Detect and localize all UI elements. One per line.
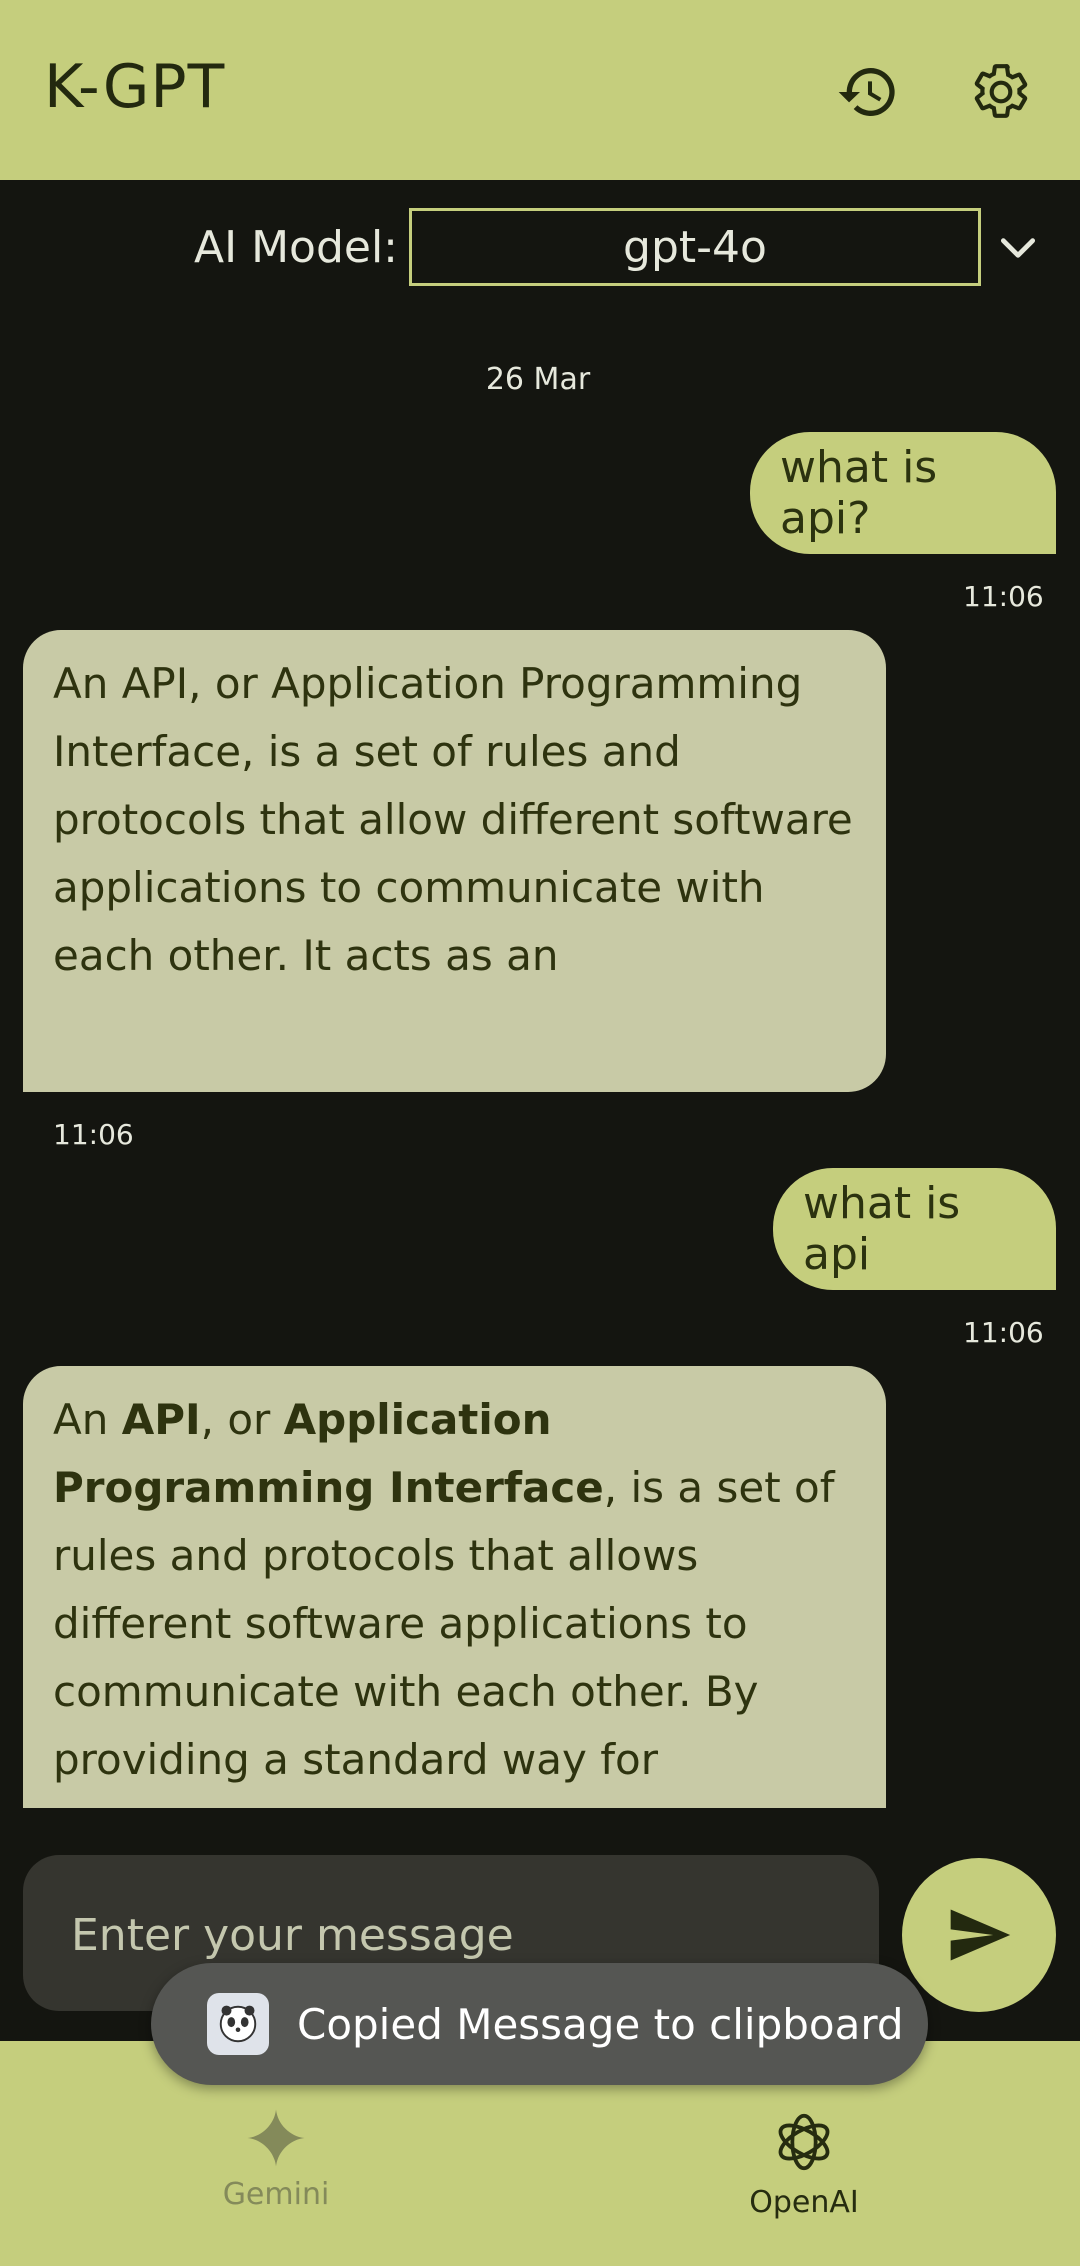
assistant-message-bubble[interactable]: An API, or Application Programming Inter… xyxy=(23,630,886,1092)
settings-button[interactable] xyxy=(965,56,1037,128)
nav-label-openai: OpenAI xyxy=(749,2185,859,2220)
assistant-message-bubble[interactable]: An API, or Application Programming Inter… xyxy=(23,1366,886,1808)
nav-item-gemini[interactable]: Gemini xyxy=(146,2107,406,2212)
app-icon xyxy=(207,1993,269,2055)
message-timestamp: 11:06 xyxy=(53,1118,134,1151)
message-timestamp: 11:06 xyxy=(963,1316,1044,1349)
user-message-text: what is api? xyxy=(780,442,938,544)
openai-icon xyxy=(778,2113,830,2171)
top-app-bar: K-GPT xyxy=(0,0,1080,180)
history-icon xyxy=(838,68,895,116)
model-dropdown[interactable]: gpt-4o xyxy=(409,208,981,286)
assistant-message-text: An API, or Application Programming Inter… xyxy=(53,659,853,980)
history-button[interactable] xyxy=(832,56,904,128)
model-selected-value: gpt-4o xyxy=(623,221,767,273)
nav-item-openai[interactable]: OpenAI xyxy=(674,2107,934,2220)
user-message-text: what is api xyxy=(803,1178,961,1280)
toast-notification: Copied Message to clipboard xyxy=(151,1963,928,2085)
assistant-bold-term: API xyxy=(121,1395,201,1444)
date-label: 26 Mar xyxy=(485,362,591,397)
nav-label-gemini: Gemini xyxy=(222,2177,330,2212)
app-title: K-GPT xyxy=(44,52,226,122)
model-label: AI Model: xyxy=(194,222,398,273)
gemini-icon xyxy=(247,2109,305,2167)
panda-icon xyxy=(219,2005,257,2043)
send-icon xyxy=(950,1909,1011,1961)
settings-icon xyxy=(974,64,1028,118)
user-message-bubble[interactable]: what is api xyxy=(773,1168,1056,1290)
message-timestamp: 11:06 xyxy=(963,580,1044,613)
date-separator: 26 Mar xyxy=(0,362,1080,397)
assistant-text-part: An xyxy=(53,1395,122,1444)
toast-message: Copied Message to clipboard xyxy=(297,1999,904,2049)
user-message-bubble[interactable]: what is api? xyxy=(750,432,1056,554)
model-selector-row: AI Model: gpt-4o xyxy=(0,208,1080,288)
send-button[interactable] xyxy=(902,1858,1056,2012)
chevron-down-icon[interactable] xyxy=(994,226,1042,270)
assistant-text-part: , or xyxy=(200,1395,284,1444)
